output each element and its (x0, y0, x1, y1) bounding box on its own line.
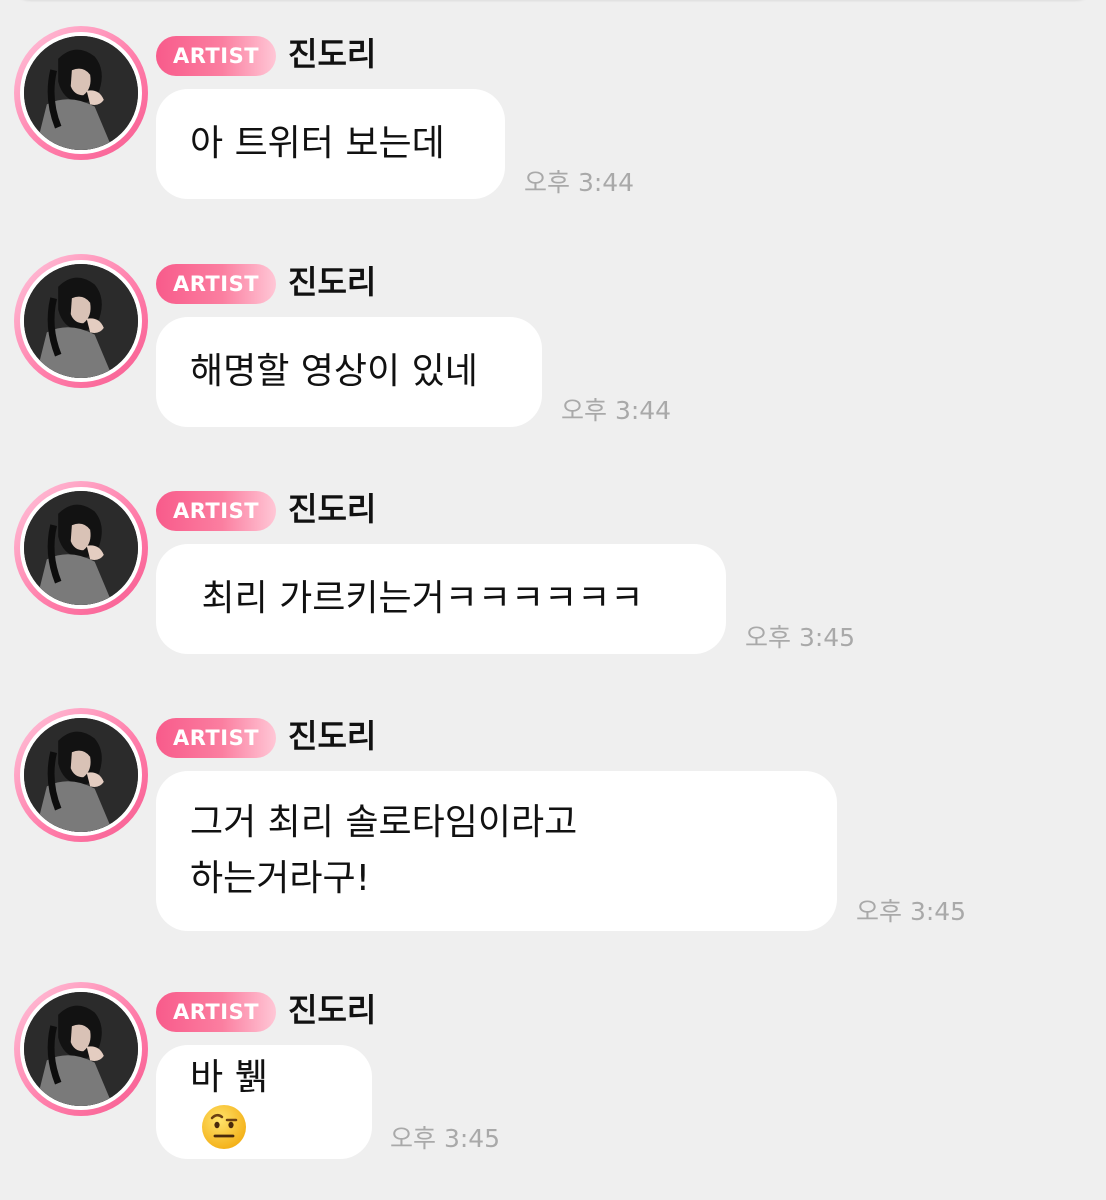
artist-badge: ARTIST (156, 992, 276, 1032)
avatar[interactable] (14, 708, 148, 842)
chat-message: ARTIST 진도리 그거 최리 솔로타임이라고 하는거라구! 오후 3:45 (0, 708, 1106, 948)
avatar[interactable] (14, 26, 148, 160)
avatar-photo (24, 491, 138, 605)
avatar-photo (24, 36, 138, 150)
message-text: 해명할 영상이 있네 (190, 351, 478, 392)
message-text-line: 그거 최리 솔로타임이라고 (190, 802, 578, 843)
sender-name[interactable]: 진도리 (288, 714, 376, 758)
message-timestamp: 오후 3:45 (856, 897, 967, 926)
message-bubble[interactable]: 최리 가르키는거ㅋㅋㅋㅋㅋㅋ (156, 544, 726, 654)
message-bubble[interactable]: 해명할 영상이 있네 (156, 317, 542, 427)
chat-message-list[interactable]: ARTIST 진도리 아 트위터 보는데 오후 3:44 ARTIST 진도리 … (0, 0, 1106, 1200)
artist-badge: ARTIST (156, 718, 276, 758)
sender-name[interactable]: 진도리 (288, 260, 376, 304)
message-text-line: 하는거라구! (190, 858, 371, 899)
avatar[interactable] (14, 982, 148, 1116)
avatar[interactable] (14, 481, 148, 615)
message-bubble[interactable]: 바 뷁 (156, 1045, 372, 1159)
message-text: 아 트위터 보는데 (190, 123, 445, 164)
chat-message: ARTIST 진도리 바 뷁 오후 3:45 (0, 982, 1106, 1182)
sender-name[interactable]: 진도리 (288, 487, 376, 531)
artist-badge: ARTIST (156, 36, 276, 76)
chat-message: ARTIST 진도리 해명할 영상이 있네 오후 3:44 (0, 254, 1106, 454)
avatar-photo (24, 718, 138, 832)
message-text-row: 바 뷁 (190, 1050, 338, 1154)
message-timestamp: 오후 3:45 (745, 623, 856, 652)
sender-name[interactable]: 진도리 (288, 32, 376, 76)
avatar-photo (24, 264, 138, 378)
avatar-photo (24, 992, 138, 1106)
message-timestamp: 오후 3:45 (390, 1124, 501, 1153)
artist-badge: ARTIST (156, 491, 276, 531)
message-timestamp: 오후 3:44 (561, 396, 672, 425)
chat-message: ARTIST 진도리 아 트위터 보는데 오후 3:44 (0, 26, 1106, 226)
chat-message: ARTIST 진도리 최리 가르키는거ㅋㅋㅋㅋㅋㅋ 오후 3:45 (0, 481, 1106, 681)
message-bubble[interactable]: 아 트위터 보는데 (156, 89, 505, 199)
message-text: 최리 가르키는거ㅋㅋㅋㅋㅋㅋ (190, 578, 644, 619)
avatar[interactable] (14, 254, 148, 388)
message-text: 바 뷁 (190, 1057, 268, 1098)
sender-name[interactable]: 진도리 (288, 988, 376, 1032)
message-timestamp: 오후 3:44 (524, 168, 635, 197)
message-bubble[interactable]: 그거 최리 솔로타임이라고 하는거라구! (156, 771, 837, 931)
artist-badge: ARTIST (156, 264, 276, 304)
raised-eyebrow-face-icon (200, 1103, 248, 1151)
